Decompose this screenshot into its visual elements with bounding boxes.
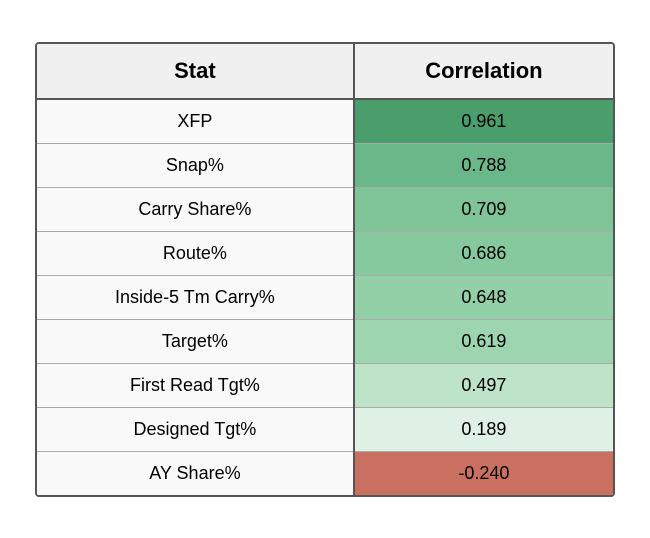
correlation-table: Stat Correlation XFP0.961Snap%0.788Carry…	[35, 42, 615, 497]
stat-cell: Carry Share%	[37, 187, 354, 231]
table-row: XFP0.961	[37, 99, 613, 144]
table-row: Designed Tgt%0.189	[37, 407, 613, 451]
stat-header: Stat	[37, 44, 354, 99]
correlation-cell: 0.709	[354, 187, 613, 231]
table-row: Route%0.686	[37, 231, 613, 275]
correlation-cell: -0.240	[354, 451, 613, 495]
stat-cell: Target%	[37, 319, 354, 363]
stat-cell: XFP	[37, 99, 354, 144]
stat-cell: Route%	[37, 231, 354, 275]
table-row: AY Share%-0.240	[37, 451, 613, 495]
stat-cell: Designed Tgt%	[37, 407, 354, 451]
correlation-header: Correlation	[354, 44, 613, 99]
table-row: Target%0.619	[37, 319, 613, 363]
stat-cell: First Read Tgt%	[37, 363, 354, 407]
table-row: First Read Tgt%0.497	[37, 363, 613, 407]
correlation-cell: 0.648	[354, 275, 613, 319]
table-row: Carry Share%0.709	[37, 187, 613, 231]
stat-cell: Inside-5 Tm Carry%	[37, 275, 354, 319]
correlation-cell: 0.686	[354, 231, 613, 275]
table-row: Snap%0.788	[37, 143, 613, 187]
correlation-cell: 0.619	[354, 319, 613, 363]
correlation-cell: 0.788	[354, 143, 613, 187]
stat-cell: AY Share%	[37, 451, 354, 495]
correlation-cell: 0.189	[354, 407, 613, 451]
correlation-cell: 0.497	[354, 363, 613, 407]
stat-cell: Snap%	[37, 143, 354, 187]
table-row: Inside-5 Tm Carry%0.648	[37, 275, 613, 319]
correlation-cell: 0.961	[354, 99, 613, 144]
